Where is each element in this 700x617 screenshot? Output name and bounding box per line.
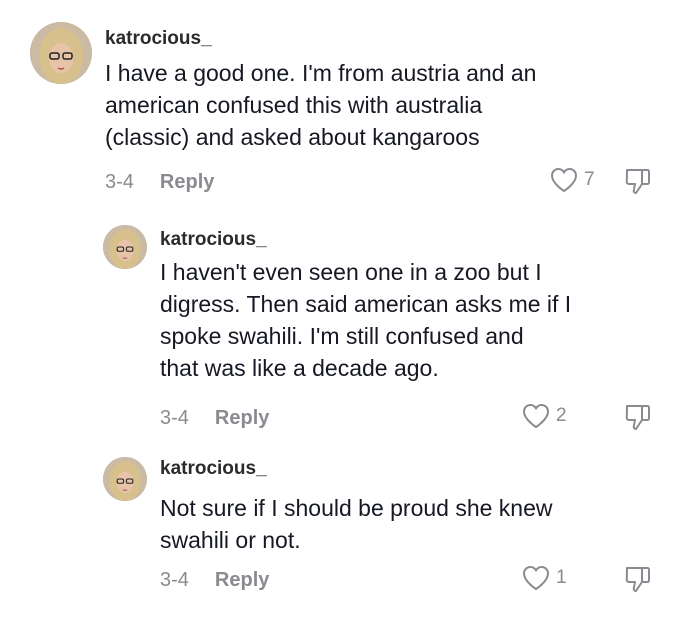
- comment: katrocious_ I have a good one. I'm from …: [0, 0, 700, 205]
- heart-outline-icon: [522, 403, 550, 429]
- heart-outline-icon: [522, 565, 550, 591]
- reply-button[interactable]: Reply: [215, 407, 269, 430]
- comment-text-line: (classic) and asked about kangaroos: [105, 124, 480, 150]
- like-button[interactable]: 7: [550, 167, 595, 193]
- comment-text-line: I have a good one. I'm from austria and …: [105, 60, 537, 86]
- thumbs-down-outline-icon: [625, 567, 650, 592]
- heart-outline-icon: [550, 167, 578, 193]
- comment-text: I have a good one. I'm from austria and …: [105, 57, 536, 153]
- comment-date: 3-4: [160, 569, 189, 591]
- comment-text-line: Not sure if I should be proud she knew: [160, 495, 553, 521]
- like-count: 7: [584, 169, 595, 190]
- dislike-button[interactable]: [624, 565, 652, 593]
- comment-text-line: swahili or not.: [160, 527, 301, 553]
- profile-photo: [103, 225, 147, 269]
- username[interactable]: katrocious_: [160, 229, 267, 251]
- reply-comment: katrocious_ Not sure if I should be prou…: [0, 445, 700, 617]
- dislike-button[interactable]: [624, 403, 652, 431]
- comment-meta: 3-4 Reply: [105, 171, 214, 194]
- avatar[interactable]: [30, 22, 92, 84]
- thumbs-down-outline-icon: [625, 405, 650, 430]
- profile-photo: [103, 457, 147, 501]
- comment-text-line: I haven't even seen one in a zoo but I: [160, 259, 542, 285]
- comment-date: 3-4: [105, 171, 134, 193]
- avatar[interactable]: [103, 457, 147, 501]
- comment-text-line: digress. Then said american asks me if I: [160, 291, 572, 317]
- like-count: 1: [556, 567, 567, 588]
- username[interactable]: katrocious_: [105, 28, 212, 50]
- dislike-button[interactable]: [624, 167, 652, 195]
- comment-text-line: american confused this with australia: [105, 92, 483, 118]
- comment-text-line: spoke swahili. I'm still confused and: [160, 323, 524, 349]
- avatar[interactable]: [103, 225, 147, 269]
- profile-photo: [30, 22, 92, 84]
- like-count: 2: [556, 405, 567, 426]
- reply-comment: katrocious_ I haven't even seen one in a…: [0, 210, 700, 450]
- comment-text-line: that was like a decade ago.: [160, 355, 439, 381]
- username[interactable]: katrocious_: [160, 458, 267, 480]
- comment-text: I haven't even seen one in a zoo but I d…: [160, 256, 571, 384]
- comment-meta: 3-4 Reply: [160, 407, 269, 430]
- thumbs-down-outline-icon: [625, 169, 650, 194]
- comment-meta: 3-4 Reply: [160, 569, 269, 592]
- comment-date: 3-4: [160, 407, 189, 429]
- reply-button[interactable]: Reply: [215, 569, 269, 592]
- reply-button[interactable]: Reply: [160, 171, 214, 194]
- like-button[interactable]: 1: [522, 565, 567, 591]
- comment-text: Not sure if I should be proud she knew s…: [160, 492, 553, 556]
- like-button[interactable]: 2: [522, 403, 567, 429]
